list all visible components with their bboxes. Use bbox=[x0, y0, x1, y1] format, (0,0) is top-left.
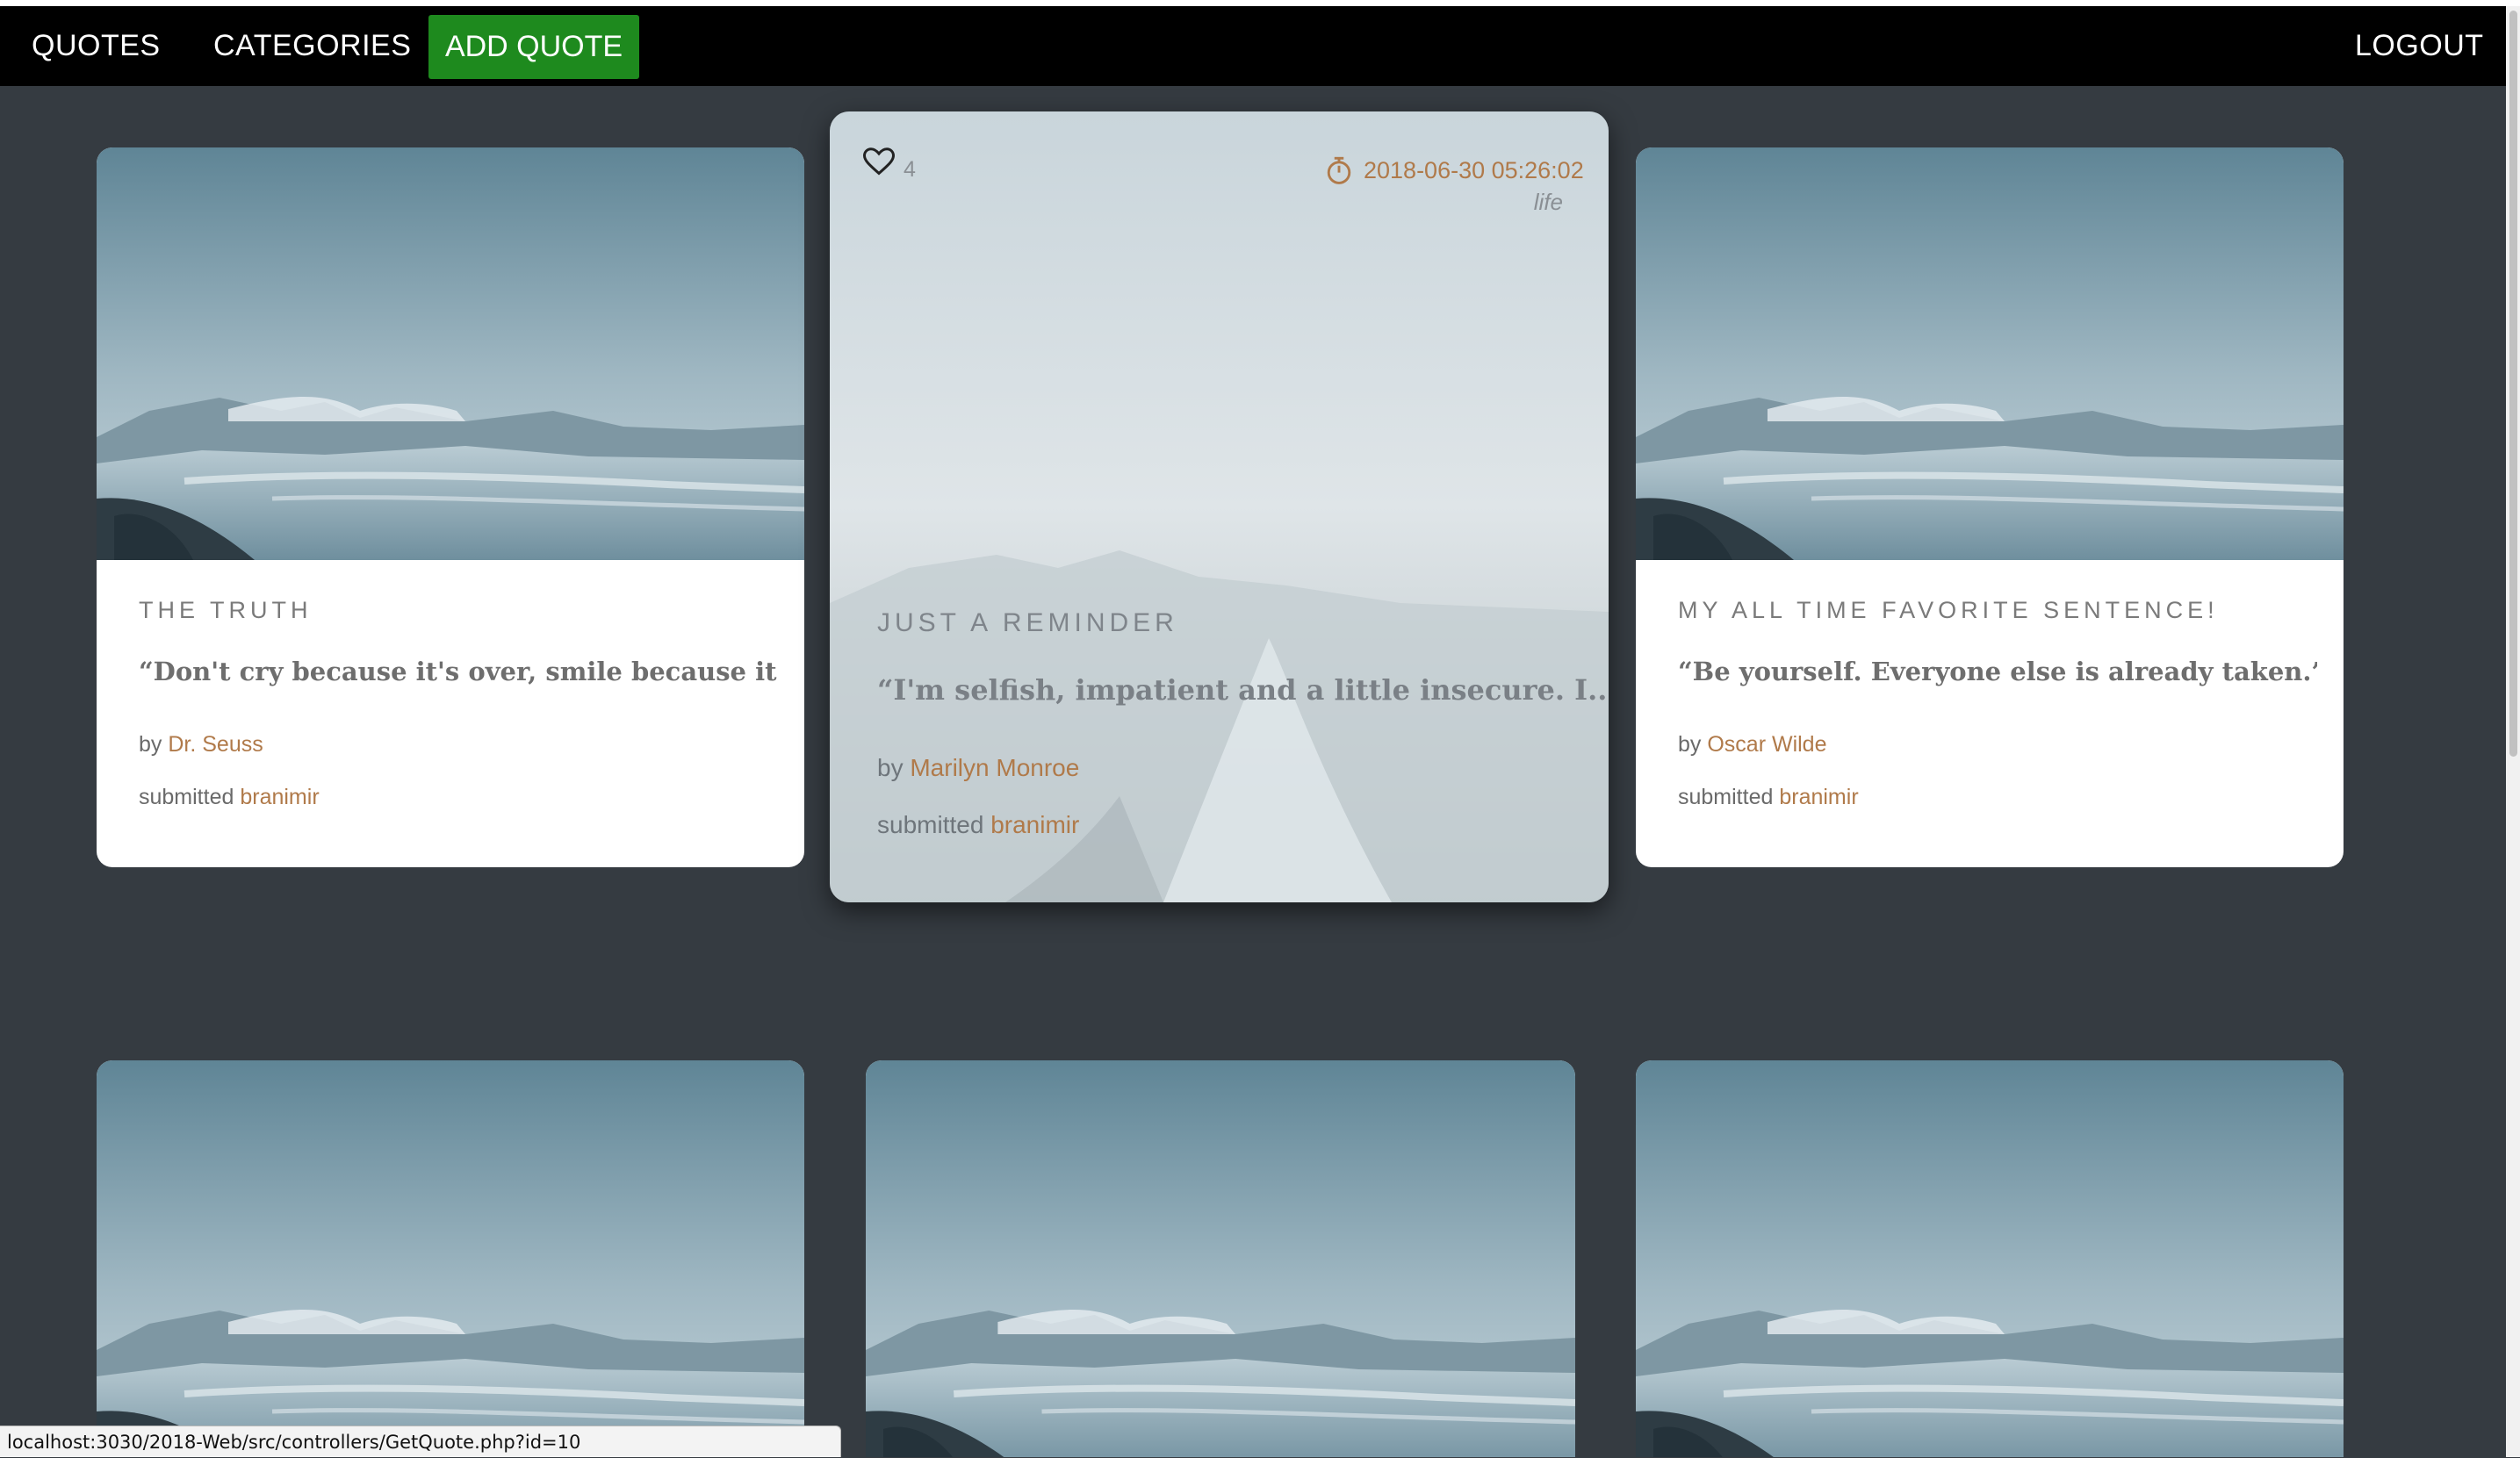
page-scrollbar-thumb[interactable] bbox=[2509, 11, 2517, 757]
card-landscape-image bbox=[97, 1060, 804, 1457]
by-label: by bbox=[877, 754, 904, 781]
nav-quotes-link[interactable]: QUOTES bbox=[32, 6, 161, 86]
quote-excerpt: “Be yourself. Everyone else is already t… bbox=[1678, 657, 2317, 686]
card-landscape-image bbox=[97, 147, 804, 560]
quote-submitter-line: submitted branimir bbox=[139, 785, 320, 810]
quote-excerpt: “Don't cry because it's over, smile beca… bbox=[139, 657, 778, 686]
link-status-bar: localhost:3030/2018-Web/src/controllers/… bbox=[0, 1426, 841, 1457]
quote-excerpt: “I'm selfish, impatient and a little ins… bbox=[877, 673, 1609, 707]
card-landscape-image bbox=[1636, 1060, 2344, 1457]
quote-card[interactable] bbox=[866, 1060, 1575, 1457]
quote-author-line: by Marilyn Monroe bbox=[877, 754, 1079, 782]
card-landscape-image bbox=[866, 1060, 1575, 1457]
author-link[interactable]: Marilyn Monroe bbox=[910, 754, 1079, 781]
submitter-link[interactable]: branimir bbox=[990, 811, 1079, 838]
featured-quote-card[interactable]: 4 2018-06-30 05:26:02 life JUST A REMIND… bbox=[830, 111, 1609, 902]
quote-card[interactable]: THE TRUTH “Don't cry because it's over, … bbox=[97, 147, 804, 867]
card-landscape-image bbox=[1636, 147, 2344, 560]
stopwatch-icon bbox=[1327, 156, 1351, 184]
submitted-label: submitted bbox=[877, 811, 984, 838]
quote-title: MY ALL TIME FAVORITE SENTENCE! bbox=[1678, 597, 2219, 623]
submitted-label: submitted bbox=[1678, 785, 1774, 809]
quote-card[interactable]: MY ALL TIME FAVORITE SENTENCE! “Be yours… bbox=[1636, 147, 2344, 867]
quote-card[interactable] bbox=[97, 1060, 804, 1457]
heart-icon[interactable] bbox=[863, 147, 895, 176]
author-link[interactable]: Oscar Wilde bbox=[1707, 732, 1826, 757]
top-navbar: QUOTES CATEGORIES ADD QUOTE LOGOUT bbox=[0, 6, 2506, 86]
quote-card[interactable] bbox=[1636, 1060, 2344, 1457]
quote-submitter-line: submitted branimir bbox=[1678, 785, 1859, 810]
quote-date: 2018-06-30 05:26:02 bbox=[1364, 157, 1584, 183]
submitter-link[interactable]: branimir bbox=[1779, 785, 1858, 809]
quote-author-line: by Oscar Wilde bbox=[1678, 732, 1827, 758]
featured-card-background bbox=[830, 111, 1609, 902]
nav-categories-link[interactable]: CATEGORIES bbox=[213, 6, 411, 86]
author-link[interactable]: Dr. Seuss bbox=[168, 732, 263, 757]
quote-title: JUST A REMINDER bbox=[877, 608, 1178, 637]
quote-author-line: by Dr. Seuss bbox=[139, 732, 263, 758]
quote-category[interactable]: life bbox=[1534, 189, 1563, 216]
submitted-label: submitted bbox=[139, 785, 234, 809]
by-label: by bbox=[139, 732, 162, 757]
quote-submitter-line: submitted branimir bbox=[877, 811, 1079, 839]
logout-link[interactable]: LOGOUT bbox=[2355, 6, 2484, 86]
submitter-link[interactable]: branimir bbox=[240, 785, 319, 809]
like-count: 4 bbox=[904, 157, 916, 182]
quote-title: THE TRUTH bbox=[139, 597, 313, 623]
by-label: by bbox=[1678, 732, 1702, 757]
add-quote-button[interactable]: ADD QUOTE bbox=[428, 15, 639, 79]
browser-top-edge bbox=[0, 0, 2520, 6]
